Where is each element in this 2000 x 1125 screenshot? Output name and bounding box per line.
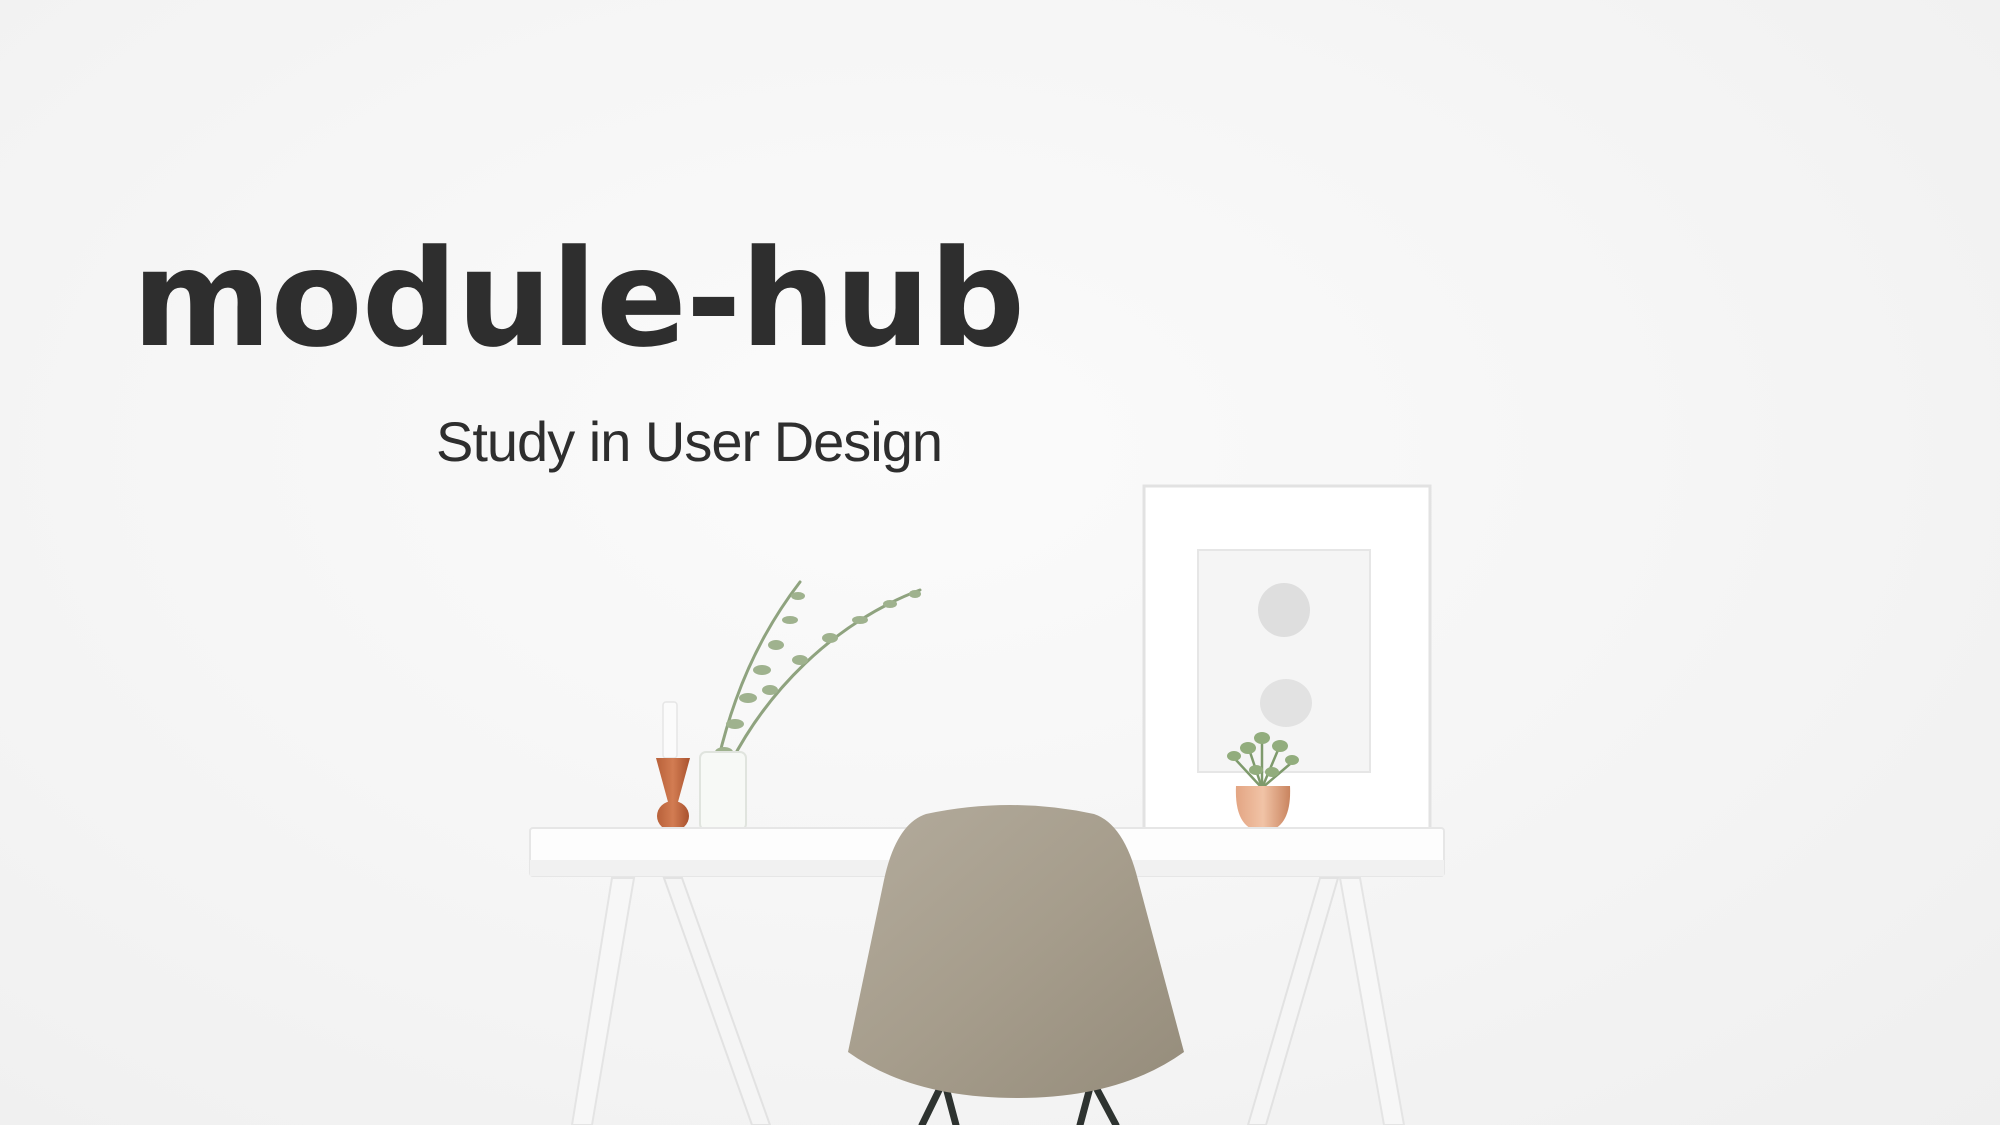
art-circle-top: [1258, 583, 1310, 637]
hero-section: module-hub Study in User Design: [0, 0, 2000, 1125]
hero-subtitle: Study in User Design: [436, 410, 943, 473]
hero-title: module-hub: [132, 221, 1025, 377]
glass-vase: [699, 751, 747, 831]
candle-holder: [656, 701, 690, 831]
desk-scene-photo: [529, 484, 1445, 1125]
art-circle-bottom: [1260, 679, 1312, 727]
picture-frame: [1142, 484, 1432, 832]
